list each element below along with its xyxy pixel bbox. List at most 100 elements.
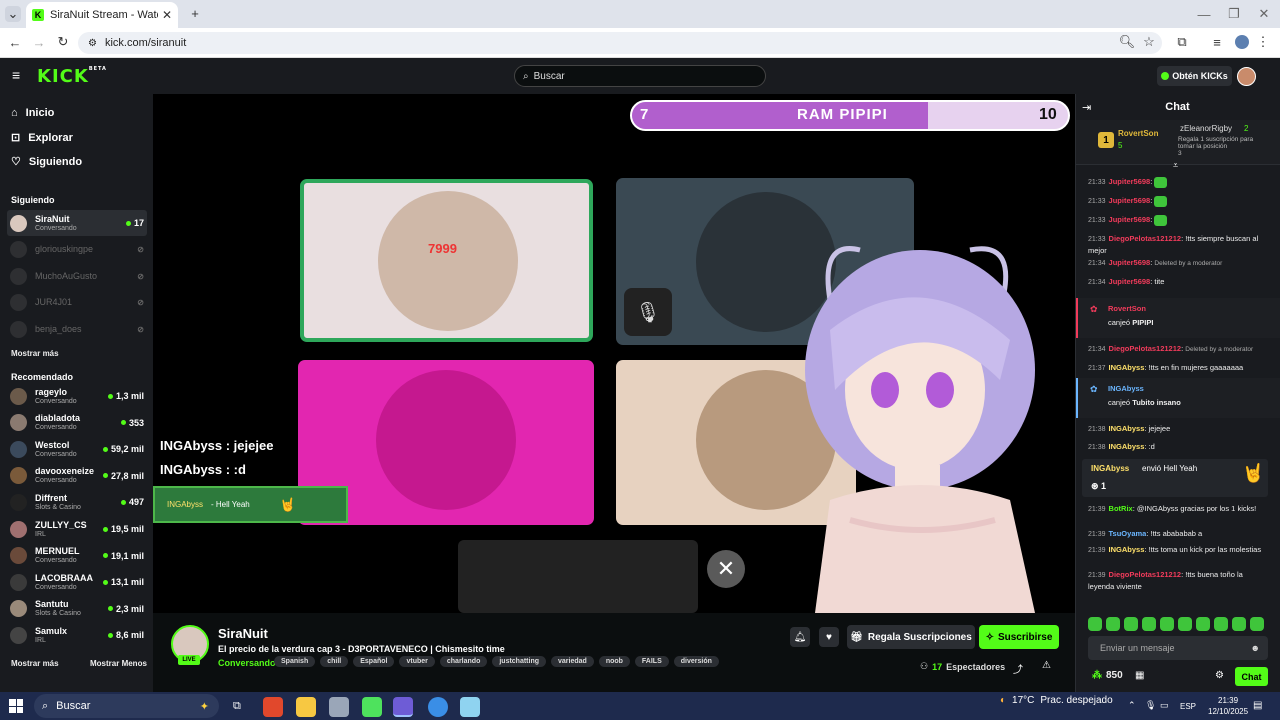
follow-heart-icon[interactable]: ♥ [819,627,839,647]
brave-app-icon[interactable] [263,697,283,717]
emoji-icon[interactable]: ☻ [1251,643,1260,653]
sidebar-nav-explore[interactable]: ⊡ Explorar [11,131,73,145]
stream-tag[interactable]: vtuber [399,656,435,667]
notification-bell-icon[interactable]: 🔔︎ [790,627,810,647]
participant-tile-text: 7999 [428,241,457,256]
stream-tag[interactable]: chill [320,656,349,667]
taskbar-clock[interactable]: 21:39 12/10/2025 [1208,695,1248,717]
gift-subs-button[interactable]: 🎁︎ Regala Suscripciones [847,625,975,649]
forward-button[interactable]: → [31,34,47,50]
maximize-button[interactable]: ❐ [1226,6,1242,22]
sidebar-channel-offline[interactable]: JUR4J01 ⊘ [7,289,147,315]
stream-category[interactable]: Conversando [218,658,276,668]
back-button[interactable]: ← [7,34,23,50]
menu-hamburger-icon[interactable]: ≡ [12,68,26,82]
sidebar-channel-westcol[interactable]: Westcol Conversando 59,2 mil [7,436,147,462]
send-chat-button[interactable]: Chat [1235,667,1268,686]
settings-gear-icon[interactable]: ⚙ [1215,670,1224,681]
profile-avatar[interactable] [1235,35,1249,49]
microphone-icon[interactable]: 🎙︎ [1145,700,1156,711]
stream-tag[interactable]: charlando [439,656,488,667]
extensions-icon[interactable]: ⧉ [1175,34,1189,50]
media-control-icon[interactable]: ≡ [1210,34,1224,50]
channel-name[interactable]: SiraNuit [218,626,268,641]
sidebar-channel-rageylo[interactable]: rageylo Conversando 1,3 mil [7,383,147,409]
avatar [10,467,27,485]
tray-chevron-icon[interactable]: ⌃ [1128,700,1136,711]
chrome-app-icon[interactable] [428,697,448,717]
app-icon[interactable] [460,697,480,717]
stream-tag[interactable]: justchatting [492,656,547,667]
weather-widget[interactable]: ◐ 17°C Prac. despejado [1000,695,1113,706]
sidebar-channel-offline[interactable]: benja_does ⊘ [7,316,147,342]
sidebar-channel-lacobraaa[interactable]: LACOBRAAA Conversando 13,1 mil [7,569,147,595]
kick-logo[interactable]: KICKBETA [37,66,107,87]
obs-app-icon[interactable] [393,697,413,717]
weather-sun-icon: ◐ [1000,695,1007,706]
stream-tag[interactable]: Spanish [274,656,316,667]
stream-tag[interactable]: variedad [551,656,594,667]
zoom-icon[interactable]: 🔍︎ [1119,34,1136,50]
sidebar-channel-diffrent[interactable]: Diffrent Slots & Casino 497 [7,489,147,515]
user-avatar[interactable] [1237,67,1256,86]
browser-tab[interactable]: K SiraNuit Stream - Watch Live o ✕ [26,2,178,28]
sidebar-channel-santutu[interactable]: Santutu Slots & Casino 2,3 mil [7,596,147,622]
sidebar-channel-diabladota[interactable]: diabladota Conversando 353 [7,410,147,436]
report-warning-icon[interactable]: ⚠ [1042,660,1051,671]
close-tab-icon[interactable]: ✕ [162,8,172,22]
kicks-coin-icon [1161,72,1170,80]
close-window-button[interactable]: ✕ [1256,6,1272,22]
url-bar[interactable]: ⚙ kick.com/siranuit [78,32,1162,54]
sidebar-channel-samulx[interactable]: Samulx IRL 8,6 mil [7,622,147,648]
file-explorer-icon[interactable] [296,697,316,717]
notifications-icon[interactable]: ▤ [1253,700,1262,711]
browser-menu-icon[interactable]: ⋮ [1257,34,1270,50]
sidebar-channel-siranuit[interactable]: SiraNuit Conversando 17 [7,210,147,236]
close-icon: ✕ [707,550,745,588]
reload-button[interactable]: ↻ [55,34,71,50]
bookmark-star-icon[interactable]: ☆ [1142,34,1156,50]
offline-icon: ⊘ [137,324,144,334]
share-icon[interactable]: ⤴ [1013,661,1023,676]
chat-redeem-event: ✿ INGAbyss canjeó Tubito insano [1076,378,1280,418]
app-icon[interactable] [362,697,382,717]
subscribe-button[interactable]: ✧ Suscribirse [979,625,1059,649]
sidebar-channel-mernuel[interactable]: MERNUEL Conversando 19,1 mil [7,543,147,569]
new-tab-button[interactable]: + [188,6,202,21]
site-info-icon[interactable]: ⚙ [88,38,97,49]
channel-points[interactable]: ⁂ 850 [1092,670,1123,681]
channel-name: MERNUEL [35,546,80,557]
stream-tag[interactable]: FAILS [634,656,669,667]
sidebar-channel-zullyy_cs[interactable]: ZULLYY_CS IRL 19,5 mil [7,516,147,542]
minimize-button[interactable]: — [1196,6,1212,22]
expand-leaderboard-icon[interactable]: ⩡ [1173,160,1178,171]
stream-tag[interactable]: noob [598,656,630,667]
emote-bar[interactable] [1088,617,1268,633]
stream-tag[interactable]: diversión [673,656,719,667]
windows-start-icon[interactable] [9,699,23,713]
get-kicks-button[interactable]: Obtén KICKs [1157,66,1232,86]
sidebar-channel-davooxeneize[interactable]: davooxeneize Conversando 27,8 mil [7,463,147,489]
tab-list-button[interactable]: ⌄ [5,6,21,22]
sidebar-nav-home[interactable]: ⌂ Inicio [11,107,54,119]
channel-category: Slots & Casino [35,503,81,511]
rewards-icon[interactable]: ▦ [1135,670,1144,681]
taskbar-search[interactable]: ⌕ Buscar ✦ [34,694,219,718]
show-more-recommended-link[interactable]: Mostrar más [11,659,59,668]
app-icon[interactable] [329,697,349,717]
sidebar-nav-following[interactable]: ♡ Siguiendo [11,155,82,169]
chat-message: 21:34 DiegoPelotas121212: Deleted by a mo… [1088,344,1254,353]
avatar [10,414,27,432]
search-input[interactable]: ⌕ Buscar [514,65,766,87]
show-more-following-link[interactable]: Mostrar más [11,349,59,358]
points-icon: ⁂ [1092,670,1102,681]
stream-tag[interactable]: Español [353,656,395,667]
chat-input[interactable]: Enviar un mensaje ☻ [1088,636,1268,660]
sidebar-channel-offline[interactable]: gloriouskingpe ⊘ [7,236,147,262]
viewer-count: 8,6 mil [107,630,144,640]
show-less-link[interactable]: Mostrar Menos [90,659,147,668]
network-icon[interactable]: ▭ [1160,700,1169,711]
language-indicator[interactable]: ESP [1180,702,1196,711]
task-view-icon[interactable]: ⧉ [233,700,241,713]
sidebar-channel-offline[interactable]: MuchoAuGusto ⊘ [7,263,147,289]
